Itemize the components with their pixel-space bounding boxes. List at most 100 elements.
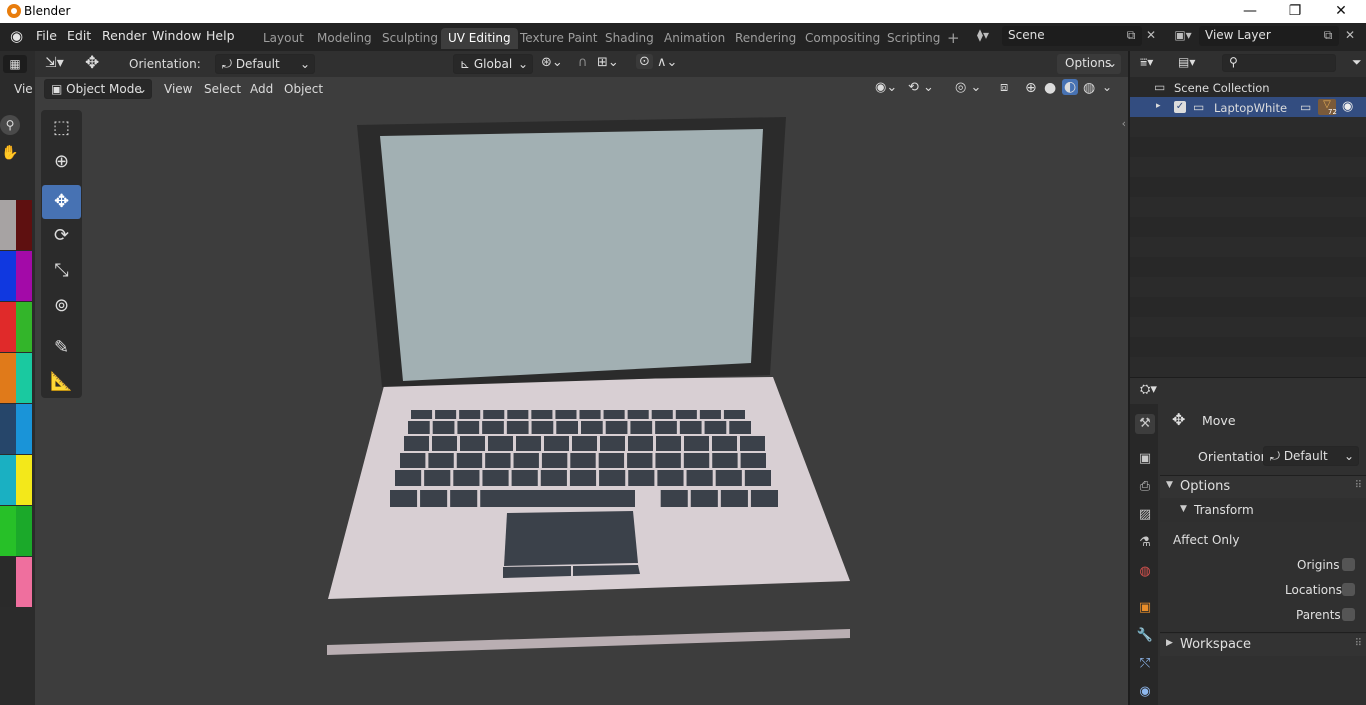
tab-modifier-icon[interactable]: 🔧 — [1135, 626, 1155, 646]
snap-target-icon[interactable]: ⊞⌄ — [597, 55, 619, 70]
rotate-tool-icon[interactable]: ⟳ — [42, 219, 81, 253]
tab-view-layer-icon[interactable]: ▨ — [1135, 505, 1155, 525]
tab-layout[interactable]: Layout — [256, 28, 311, 49]
palette-swatch[interactable] — [16, 404, 32, 454]
solid-shading-icon[interactable]: ● — [1044, 80, 1056, 96]
palette-swatch[interactable] — [0, 404, 16, 454]
minimize-button[interactable]: — — [1227, 0, 1273, 23]
shading-options-icon[interactable]: ⌄ — [1102, 80, 1112, 94]
filter-icon[interactable]: ⏷ — [1352, 55, 1362, 70]
material-preview-icon[interactable]: ◐ — [1062, 79, 1079, 95]
tab-uv-editing[interactable]: UV Editing — [441, 28, 518, 49]
remove-view-layer-icon[interactable]: ✕ — [1340, 26, 1360, 46]
palette-swatch[interactable] — [0, 353, 16, 403]
palette-swatch[interactable] — [0, 200, 16, 250]
outliner-row-laptop[interactable]: ▸ ✓ ▭ LaptopWhite ▭ ▽ 72 ◉ — [1130, 97, 1366, 117]
locations-checkbox[interactable] — [1342, 583, 1355, 596]
transform-subpanel-header[interactable]: ▼ Transform — [1160, 500, 1366, 522]
viewport-menu-view[interactable]: View — [164, 82, 192, 96]
tab-output-icon[interactable]: ⎙ — [1135, 477, 1155, 497]
viewport-menu-select[interactable]: Select — [204, 82, 241, 96]
menu-file[interactable]: File — [36, 28, 57, 43]
zoom-icon[interactable]: ⚲ — [0, 115, 20, 135]
close-button[interactable]: ✕ — [1318, 0, 1364, 23]
orientation-prop-dropdown[interactable]: ⤾ Default ⌄ — [1263, 446, 1359, 466]
measure-tool-icon[interactable]: 📐 — [42, 365, 81, 399]
tab-texture-paint[interactable]: Texture Paint — [513, 28, 604, 49]
menu-help[interactable]: Help — [206, 28, 235, 43]
palette-swatch[interactable] — [0, 557, 16, 607]
transform-tool-icon[interactable]: ⊚ — [42, 289, 81, 323]
transform-orientation-dropdown[interactable]: ⊾ Global ⌄ — [453, 54, 533, 74]
exclude-checkbox[interactable]: ✓ — [1174, 101, 1186, 113]
tab-modeling[interactable]: Modeling — [310, 28, 379, 49]
drag-handle-icon[interactable]: ⠿ — [1355, 480, 1362, 491]
proportional-edit-icon[interactable]: ⊙ — [636, 54, 653, 69]
menu-edit[interactable]: Edit — [67, 28, 91, 43]
orientation-dropdown[interactable]: ⤾ Default ⌄ — [215, 54, 315, 74]
pan-hand-icon[interactable]: ✋ — [0, 145, 20, 165]
palette-swatch[interactable] — [16, 557, 32, 607]
view-layer-selector-icon[interactable]: ▣▾ — [1170, 26, 1196, 46]
menu-render[interactable]: Render — [102, 28, 147, 43]
3d-viewport[interactable]: ‹ — [35, 51, 1128, 705]
scene-selector-icon[interactable]: ⧫▾ — [973, 26, 993, 46]
remove-scene-icon[interactable]: ✕ — [1141, 26, 1161, 46]
new-view-layer-icon[interactable]: ⧉ — [1318, 26, 1338, 46]
add-workspace-button[interactable]: + — [940, 28, 967, 49]
options-panel-header[interactable]: ▼ Options ⠿ — [1160, 476, 1366, 498]
select-box-tool-icon[interactable]: ⬚ — [42, 111, 81, 145]
tab-shading[interactable]: Shading — [598, 28, 661, 49]
tab-sculpting[interactable]: Sculpting — [375, 28, 445, 49]
blender-menu-icon[interactable]: ◉ — [10, 27, 23, 45]
new-scene-icon[interactable]: ⧉ — [1121, 26, 1141, 46]
properties-editor-icon[interactable]: ⛭▾ — [1140, 382, 1157, 397]
tab-animation[interactable]: Animation — [657, 28, 732, 49]
laptop-model[interactable] — [35, 51, 1128, 705]
visibility-eye-icon[interactable]: ◉ — [1342, 99, 1353, 114]
tab-physics-icon[interactable]: ◉ — [1135, 682, 1155, 702]
snap-magnet-icon[interactable]: ∩ — [578, 55, 588, 70]
visibility-eye-icon[interactable]: ◉⌄ — [875, 80, 897, 95]
expand-arrow-icon[interactable]: ▸ — [1156, 101, 1161, 111]
falloff-curve-icon[interactable]: ∧⌄ — [657, 55, 677, 70]
drag-handle-icon[interactable]: ⠿ — [1355, 638, 1362, 649]
viewport-menu-add[interactable]: Add — [250, 82, 273, 96]
tab-render-icon[interactable]: ▣ — [1135, 449, 1155, 469]
tab-particles-icon[interactable]: ⤲ — [1135, 654, 1155, 674]
gizmo-icon[interactable]: ⟲ ⌄ — [908, 80, 934, 95]
palette-swatch[interactable] — [0, 506, 16, 556]
pivot-point-icon[interactable]: ⊛⌄ — [541, 55, 563, 70]
tab-scripting[interactable]: Scripting — [880, 28, 947, 49]
palette-swatch[interactable] — [16, 353, 32, 403]
palette-swatch[interactable] — [0, 251, 16, 301]
tab-rendering[interactable]: Rendering — [728, 28, 803, 49]
tab-compositing[interactable]: Compositing — [798, 28, 887, 49]
palette-swatch[interactable] — [16, 200, 32, 250]
tab-tool-icon[interactable]: ⚒ — [1135, 414, 1155, 434]
move-tool-icon[interactable]: ✥ — [42, 185, 81, 219]
tab-object-icon[interactable]: ▣ — [1135, 598, 1155, 618]
sidebar-toggle-icon[interactable]: ‹ — [1122, 117, 1126, 130]
palette-swatch[interactable] — [16, 251, 32, 301]
workspace-panel-header[interactable]: ▶ Workspace ⠿ — [1160, 634, 1366, 656]
wireframe-shading-icon[interactable]: ⊕ — [1025, 80, 1037, 96]
parents-checkbox[interactable] — [1342, 608, 1355, 621]
palette-swatch[interactable] — [0, 455, 16, 505]
menu-window[interactable]: Window — [152, 28, 201, 43]
mode-dropdown[interactable]: ▣ Object Mode ⌄ — [44, 79, 152, 99]
palette-swatch[interactable] — [0, 302, 16, 352]
scale-tool-icon[interactable]: ⤡ — [42, 254, 81, 288]
xray-icon[interactable]: ⧈ — [1000, 80, 1008, 95]
tab-world-icon[interactable]: ◍ — [1135, 562, 1155, 582]
overlays-icon[interactable]: ◎ ⌄ — [955, 80, 981, 95]
tool-settings-icon[interactable]: ⇲▾ — [45, 55, 64, 71]
options-dropdown[interactable]: Options ⌄ — [1057, 54, 1121, 74]
palette-swatch[interactable] — [16, 506, 32, 556]
annotate-tool-icon[interactable]: ✎ — [42, 331, 81, 365]
editor-type-icon[interactable]: ▦ — [3, 55, 27, 73]
display-mode-icon[interactable]: ▤▾ — [1178, 55, 1195, 69]
restore-button[interactable]: ❐ — [1272, 0, 1318, 23]
origins-checkbox[interactable] — [1342, 558, 1355, 571]
viewport-menu-object[interactable]: Object — [284, 82, 323, 96]
